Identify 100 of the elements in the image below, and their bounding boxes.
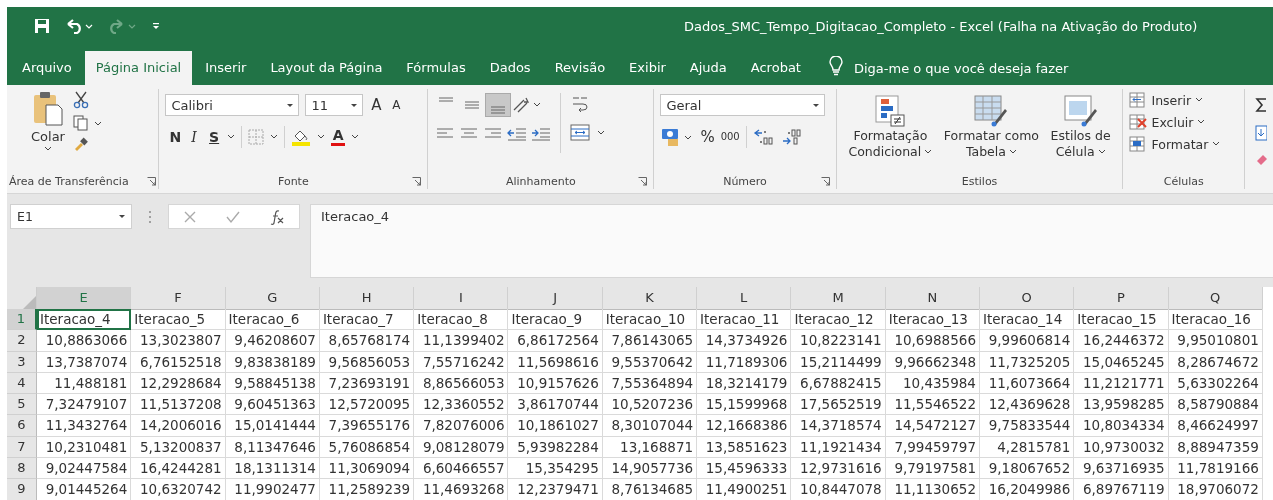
table-cell: 9,58845138	[225, 372, 320, 395]
decrease-decimal-icon[interactable]	[780, 128, 803, 146]
table-cell: 7,99459797	[885, 436, 980, 459]
ribbon-tab[interactable]: Inserir	[194, 51, 258, 85]
row-header[interactable]: 4	[7, 372, 37, 395]
table-cell: 11,1130652	[885, 479, 980, 500]
cut-icon[interactable]	[72, 91, 89, 109]
comma-style-button[interactable]: 000	[720, 128, 740, 146]
row-header[interactable]: 2	[7, 330, 37, 352]
table-cell: 11,1921434	[791, 436, 886, 459]
ribbon-tab[interactable]: Arquivo	[11, 51, 83, 85]
column-header[interactable]: H	[319, 287, 415, 310]
table-cell: 12,9731616	[791, 458, 886, 480]
row-header[interactable]: 9	[7, 479, 37, 500]
table-cell: 7,86143065	[602, 330, 698, 352]
table-cell: 14,9057736	[602, 458, 698, 480]
caret-icon	[44, 146, 52, 152]
row-header[interactable]: 5	[7, 394, 37, 416]
column-header[interactable]: P	[1074, 287, 1169, 310]
row-header[interactable]: 8	[7, 458, 37, 480]
row-header[interactable]: 3	[7, 351, 37, 373]
decrease-indent-icon[interactable]	[506, 126, 529, 142]
table-cell: 9,46208607	[225, 330, 320, 352]
fill-color-icon[interactable]	[291, 128, 312, 146]
style-button-label: Tabela	[965, 144, 1006, 159]
table-cell: 8,46624997	[1168, 415, 1263, 437]
increase-indent-icon[interactable]	[530, 126, 553, 142]
cells-button[interactable]: Excluir	[1129, 114, 1238, 130]
table-cell: Iteracao_7	[319, 309, 415, 331]
grow-font-button[interactable]: A	[369, 96, 384, 114]
percent-button[interactable]: %	[700, 128, 715, 146]
font-size-dropdown[interactable]: 11	[305, 94, 364, 116]
italic-button[interactable]: I	[187, 128, 202, 146]
caret-icon[interactable]	[317, 134, 326, 140]
font-color-button[interactable]: A	[331, 128, 346, 146]
column-header[interactable]: J	[508, 287, 603, 310]
formula-field[interactable]: Iteracao_4	[310, 204, 1273, 278]
column-header[interactable]: N	[885, 287, 980, 310]
table-cell: 5,63302264	[1168, 372, 1263, 395]
name-box[interactable]: E1	[10, 204, 132, 229]
column-header[interactable]: O	[979, 287, 1075, 310]
fill-icon[interactable]	[1255, 125, 1267, 141]
bold-button[interactable]: N	[165, 128, 182, 146]
ribbon-tab[interactable]: Página Inicial	[84, 51, 193, 85]
copy-icon[interactable]	[72, 115, 103, 131]
eraser-icon[interactable]	[1255, 153, 1267, 165]
ribbon-tab[interactable]: Revisão	[543, 51, 617, 85]
ribbon-tab[interactable]: Exibir	[618, 51, 677, 85]
style-button-label: Formatar como	[943, 128, 1039, 143]
dialog-launcher-icon[interactable]	[147, 176, 157, 186]
table-cell: Iteracao_4	[37, 309, 132, 331]
column-header[interactable]: L	[697, 287, 792, 310]
row-header[interactable]: 7	[7, 436, 37, 459]
style-button[interactable]: Estilos de Célula	[1050, 95, 1111, 159]
autosum-icon[interactable]	[1255, 97, 1267, 113]
column-header[interactable]: M	[791, 287, 886, 310]
save-icon[interactable]	[34, 18, 50, 34]
insert-function-icon[interactable]	[269, 208, 285, 225]
column-header[interactable]: F	[131, 287, 226, 310]
underline-button[interactable]: S	[207, 128, 222, 146]
row-header[interactable]: 1	[7, 309, 37, 331]
column-header[interactable]: Q	[1168, 287, 1263, 310]
style-button[interactable]: Formatação Condicional	[848, 95, 933, 159]
column-header[interactable]: I	[414, 287, 509, 310]
ribbon-tab[interactable]: Ajuda	[678, 51, 738, 85]
caret-icon[interactable]	[351, 134, 360, 140]
column-header[interactable]: K	[602, 287, 698, 310]
enter-checkmark-icon[interactable]	[225, 209, 241, 224]
style-button[interactable]: Formatar como Tabela	[943, 95, 1039, 159]
increase-decimal-icon[interactable]	[752, 128, 775, 146]
table-cell: 9,96662348	[885, 351, 980, 373]
table-cell: 9,63716935	[1074, 458, 1169, 480]
ribbon-tab[interactable]: Dados	[478, 51, 542, 85]
font-name-dropdown[interactable]: Calibri	[165, 94, 300, 116]
dialog-launcher-icon[interactable]	[412, 176, 422, 186]
customize-caret-icon[interactable]	[152, 22, 160, 30]
table-cell: 8,11347646	[225, 436, 320, 459]
ribbon-tab[interactable]: Fórmulas	[395, 51, 477, 85]
paste-button[interactable]: Colar	[31, 89, 65, 173]
number-format-dropdown[interactable]: Geral	[660, 94, 826, 116]
cells-button[interactable]: Inserir	[1129, 92, 1238, 108]
row-header[interactable]: 6	[7, 415, 37, 437]
table-cell: 5,13200837	[131, 436, 226, 459]
shrink-font-button[interactable]: A	[389, 96, 404, 114]
cells-button[interactable]: Formatar	[1129, 136, 1238, 152]
table-cell: 11,1399402	[414, 330, 509, 352]
tell-me-field[interactable]: Diga-me o que você deseja fazer	[853, 53, 1069, 85]
table-cell: 14,3734926	[697, 330, 792, 352]
table-cell: 17,5652519	[791, 394, 886, 416]
column-header[interactable]: E	[37, 287, 132, 311]
style-button-label: Formatação	[853, 128, 928, 143]
dialog-launcher-icon[interactable]	[638, 176, 648, 186]
insert-cells-icon	[1129, 92, 1148, 108]
caret-icon[interactable]	[227, 134, 236, 140]
orientation-icon[interactable]	[512, 96, 543, 114]
dialog-launcher-icon[interactable]	[820, 176, 830, 186]
caret-icon[interactable]	[270, 134, 279, 140]
ribbon-tab[interactable]: Layout da Página	[259, 51, 394, 85]
ribbon-tab[interactable]: Acrobat	[739, 51, 812, 85]
column-header[interactable]: G	[225, 287, 320, 310]
